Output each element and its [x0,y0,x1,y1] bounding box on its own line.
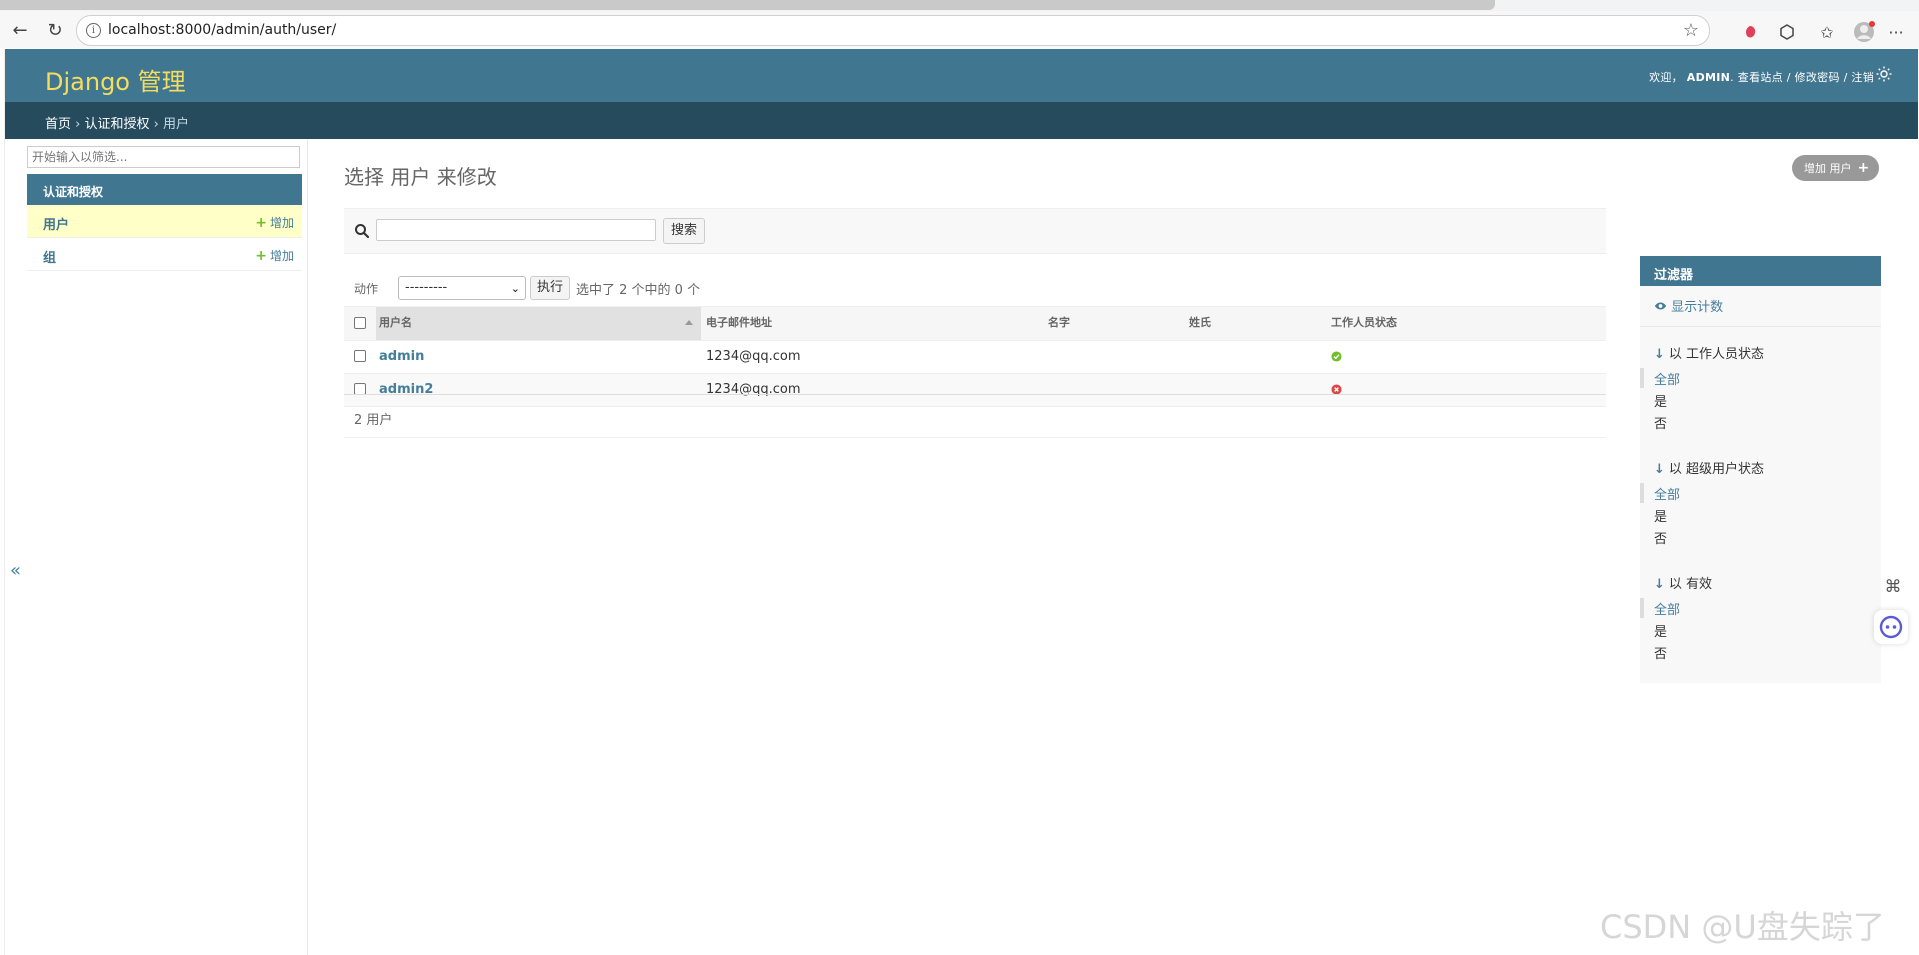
chevron-down-icon: ⌄ [510,282,520,295]
app-caption-auth[interactable]: 认证和授权 [27,174,302,205]
sidebar-item-users[interactable]: 用户 + 增加 [27,205,302,238]
paginator: 2 用户 [344,394,1606,438]
filter-option-all[interactable]: 全部 [1654,369,1680,388]
profile-avatar-icon[interactable] [1853,21,1875,43]
site-brand[interactable]: Django 管理 [45,62,186,97]
nav-sidebar: 认证和授权 用户 +增加 组 +增加 [27,139,308,955]
sidebar-item-groups[interactable]: 组 + 增加 [27,238,302,271]
arrow-down-icon: ↓ [1654,347,1665,362]
filter-divider [1640,326,1881,327]
add-user-button[interactable]: 增加 用户 + [1792,155,1880,181]
result-list-table: 用户名 电子邮件地址 名字 姓氏 工作人员状态 admin 1234@qq.co… [344,306,1606,407]
logout-link[interactable]: 注销 [1851,71,1874,84]
filter-option-yes[interactable]: 是 [1654,506,1667,525]
actions-label: 动作 [354,282,379,296]
result-count: 2 用户 [354,413,393,428]
header: Django 管理 欢迎， ADMIN. 查看站点 / 修改密码 / 注销 [5,49,1918,102]
command-key-icon[interactable]: ⌘ [1880,574,1906,600]
change-password-link[interactable]: 修改密码 [1795,71,1840,84]
filter-option-no[interactable]: 否 [1654,413,1667,432]
favorites-icon[interactable]: ✩ [1816,21,1838,43]
table-header-row: 用户名 电子邮件地址 名字 姓氏 工作人员状态 [344,306,1606,341]
arrow-down-icon: ↓ [1654,462,1665,477]
user-tools: 欢迎， ADMIN. 查看站点 / 修改密码 / 注销 [1649,71,1874,84]
nav-filter-input[interactable] [27,146,300,168]
filter-selected-indicator [1640,483,1644,503]
breadcrumb: 首页 › 认证和授权 › 用户 [5,102,1918,139]
username-link[interactable]: admin [379,349,424,364]
column-header-first-name[interactable]: 名字 [1048,307,1168,340]
email-cell: 1234@qq.com [706,349,801,364]
more-menu-icon[interactable]: ··· [1885,21,1907,43]
sidebar-collapse-button[interactable]: « [10,560,21,581]
watermark: CSDN @U盘失踪了 [1600,908,1885,946]
search-input[interactable] [376,219,656,241]
reload-icon[interactable]: ↻ [42,17,68,43]
bookmark-star-icon[interactable]: ☆ [1683,20,1699,41]
filter-option-all[interactable]: 全部 [1654,599,1680,618]
selection-counter: 选中了 2 个中的 0 个 [576,283,701,298]
browser-toolbar: ← ↻ i localhost:8000/admin/auth/user/ ☆ … [0,11,1919,48]
check-circle-icon [1331,351,1342,362]
filter-group-superuser-status[interactable]: ↓ 以 超级用户状态 [1654,458,1764,477]
eye-icon [1654,302,1667,310]
filter-group-active[interactable]: ↓ 以 有效 [1654,573,1712,592]
admin-page: Django 管理 欢迎， ADMIN. 查看站点 / 修改密码 / 注销 首页… [4,49,1918,955]
show-counts-link[interactable]: 显示计数 [1654,296,1723,315]
url-text[interactable]: localhost:8000/admin/auth/user/ [108,22,336,38]
extension-icon[interactable] [1739,21,1761,43]
breadcrumb-app[interactable]: 认证和授权 [84,117,149,132]
changelist-filter: 过滤器 显示计数 ↓ 以 工作人员状态 全部 是 否 ↓ 以 超级用户状态 全部 是… [1640,256,1881,683]
plus-icon: + [255,248,267,264]
app-name[interactable]: 认证和授权 [43,183,103,200]
sidebar-item-label[interactable]: 组 [43,247,56,266]
search-icon [355,224,370,239]
filter-title-bar: 过滤器 [1640,256,1881,286]
action-select[interactable]: --------- ⌄ [398,276,526,300]
add-group-link[interactable]: + 增加 [255,247,294,264]
filter-title: 过滤器 [1654,268,1694,283]
browser-tab-strip [0,0,1919,11]
sidebar-item-label[interactable]: 用户 [43,214,69,233]
add-user-link[interactable]: + 增加 [255,214,294,231]
filter-option-no[interactable]: 否 [1654,643,1667,662]
filter-group-staff-status[interactable]: ↓ 以 工作人员状态 [1654,343,1764,362]
filter-option-yes[interactable]: 是 [1654,391,1667,410]
back-icon[interactable]: ← [7,17,33,43]
filter-selected-indicator [1640,368,1644,388]
column-header-staff-status[interactable]: 工作人员状态 [1331,307,1531,340]
view-site-link[interactable]: 查看站点 [1738,71,1783,84]
table-row: admin 1234@qq.com [344,341,1606,374]
run-action-button[interactable]: 执行 [530,276,571,300]
theme-toggle-sun-icon[interactable] [1876,66,1892,82]
actions-bar: 动作 --------- ⌄ 执行 选中了 2 个中的 0 个 [344,275,1606,301]
filter-selected-indicator [1640,598,1644,618]
address-bar[interactable]: i localhost:8000/admin/auth/user/ ☆ [76,15,1710,46]
row-checkbox[interactable] [354,350,366,362]
tab-strip-scrollbar[interactable] [0,0,1495,10]
select-all-checkbox[interactable] [354,317,366,329]
username: ADMIN [1686,71,1731,84]
search-button[interactable]: 搜索 [663,218,706,244]
column-header-email[interactable]: 电子邮件地址 [706,307,1026,340]
breadcrumb-current: 用户 [162,117,189,132]
arrow-down-icon: ↓ [1654,577,1665,592]
filter-option-all[interactable]: 全部 [1654,484,1680,503]
search-toolbar: 搜索 [344,208,1606,254]
filter-option-no[interactable]: 否 [1654,528,1667,547]
extensions-puzzle-icon[interactable] [1776,21,1798,43]
plus-icon: + [1857,160,1870,176]
column-header-username[interactable]: 用户名 [376,307,701,340]
plus-icon: + [255,215,267,231]
info-icon[interactable]: i [86,23,101,38]
welcome-text: 欢迎， [1649,71,1683,84]
page-title: 选择 用户 来修改 [344,165,497,189]
assistant-bot-icon[interactable] [1874,610,1908,644]
sort-ascending-icon[interactable] [685,320,693,325]
column-header-last-name[interactable]: 姓氏 [1189,307,1309,340]
filter-option-yes[interactable]: 是 [1654,621,1667,640]
breadcrumb-home[interactable]: 首页 [45,117,71,132]
